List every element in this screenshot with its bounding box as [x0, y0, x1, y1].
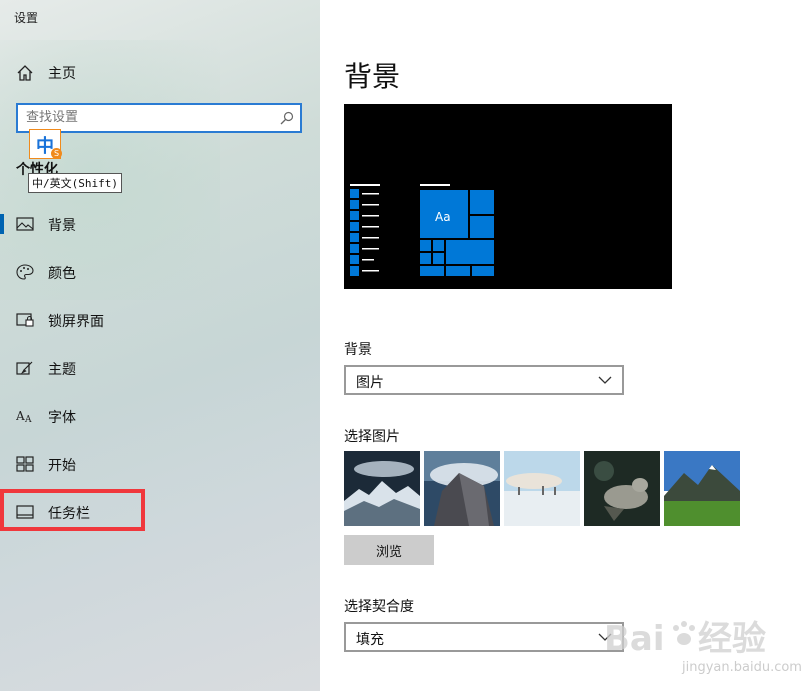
sidebar-item-label: 字体 — [48, 410, 76, 426]
choose-fit-label: 选择契合度 — [344, 599, 414, 615]
taskbar-highlight-box — [0, 489, 145, 531]
font-icon: A A — [16, 409, 32, 424]
watermark-url: jingyan.baidu.com — [682, 660, 802, 675]
fit-value: 填充 — [356, 632, 384, 648]
search-icon[interactable] — [280, 111, 294, 125]
browse-button[interactable]: 浏览 — [344, 535, 434, 565]
sidebar-item-lock-screen[interactable]: 锁屏界面 — [0, 300, 320, 340]
baidu-watermark: Bai 经验 jingyan.baidu.com — [602, 612, 802, 682]
picture-thumbnail-4[interactable] — [584, 451, 660, 526]
sidebar-item-themes[interactable]: 主题 — [0, 348, 320, 388]
start-menu-preview: Aa — [350, 184, 494, 276]
background-type-dropdown[interactable]: 图片 — [344, 365, 624, 395]
theme-brush-icon — [16, 361, 33, 375]
sidebar-item-start[interactable]: 开始 — [0, 444, 320, 484]
svg-text:Bai: Bai — [604, 619, 665, 659]
ime-indicator[interactable]: 中 S — [29, 129, 62, 159]
lock-screen-icon — [16, 313, 34, 327]
search-input[interactable] — [26, 110, 266, 125]
picture-thumbnail-5[interactable] — [664, 451, 740, 526]
sidebar: 设置 主页 个性化 中 S 中/英文(Shift) 背景 颜色 — [0, 0, 320, 691]
background-label: 背景 — [344, 342, 372, 358]
active-indicator — [0, 214, 4, 234]
sidebar-item-label: 颜色 — [48, 266, 76, 282]
main-content: 背景 Aa 背景 图片 选择图片 浏览 选择契合度 填充 — [320, 0, 811, 691]
sidebar-item-background[interactable]: 背景 — [0, 204, 320, 244]
palette-icon — [16, 264, 34, 280]
app-title: 设置 — [14, 11, 39, 25]
home-icon — [17, 65, 33, 81]
background-type-value: 图片 — [356, 375, 384, 391]
picture-thumbnail-1[interactable] — [344, 451, 420, 526]
svg-text:A: A — [16, 409, 25, 423]
image-icon — [16, 217, 34, 231]
ime-badge: S — [51, 148, 62, 159]
choose-picture-label: 选择图片 — [344, 429, 400, 445]
sidebar-item-label: 锁屏界面 — [48, 314, 104, 330]
home-nav-item[interactable]: 主页 — [16, 63, 76, 83]
fit-dropdown[interactable]: 填充 — [344, 622, 624, 652]
picture-thumbnail-2[interactable] — [424, 451, 500, 526]
page-title: 背景 — [344, 60, 401, 93]
chevron-down-icon — [598, 376, 612, 384]
sidebar-item-label: 开始 — [48, 458, 76, 474]
start-grid-icon — [16, 456, 34, 472]
sidebar-item-label: 主题 — [48, 362, 76, 378]
sidebar-item-fonts[interactable]: A A 字体 — [0, 396, 320, 436]
sidebar-item-colors[interactable]: 颜色 — [0, 252, 320, 292]
sidebar-item-label: 背景 — [48, 218, 76, 234]
svg-text:经验: 经验 — [698, 619, 766, 659]
desktop-preview: Aa — [344, 104, 672, 289]
svg-text:A: A — [24, 415, 32, 424]
baidu-logo: Bai 经验 — [604, 619, 766, 659]
home-label: 主页 — [48, 66, 76, 82]
picture-thumbnail-3[interactable] — [504, 451, 580, 526]
ime-tooltip: 中/英文(Shift) — [28, 173, 122, 193]
preview-tile-label: Aa — [435, 210, 451, 224]
